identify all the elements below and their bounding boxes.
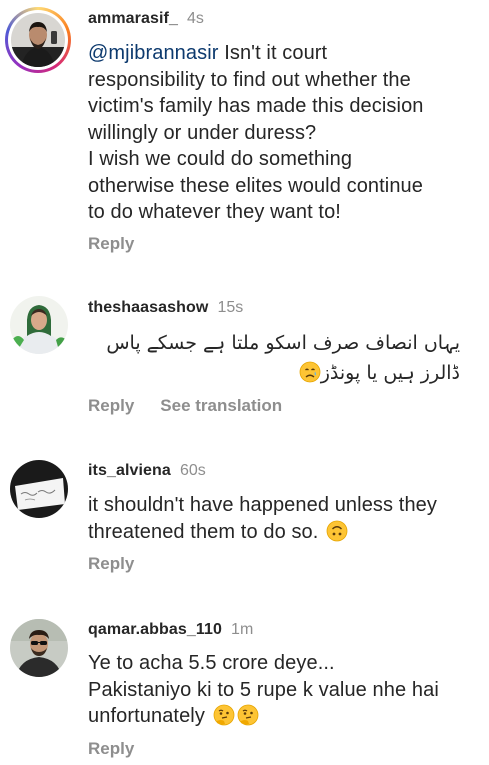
avatar-photo xyxy=(10,460,68,518)
comment-actions: Reply xyxy=(88,233,134,255)
comment-line: it shouldn't have happened unless they xyxy=(88,494,437,516)
comment-line: willingly or under duress? xyxy=(88,121,317,144)
avatar-photo xyxy=(11,13,65,67)
comment-header: ammarasif_ 4s xyxy=(88,9,204,29)
crying-face-icon xyxy=(299,361,321,383)
timestamp: 4s xyxy=(186,10,204,27)
comment-line: Isn't it court xyxy=(218,42,328,64)
comment-text: it shouldn't have happened unless they t… xyxy=(88,492,483,545)
avatar[interactable] xyxy=(10,460,68,518)
avatar-photo xyxy=(10,619,68,677)
username[interactable]: qamar.abbas_110 xyxy=(88,621,222,638)
comment-header: theshaasashow 15s xyxy=(88,298,243,318)
see-translation-button[interactable]: See translation xyxy=(160,396,282,415)
username[interactable]: theshaasashow xyxy=(88,299,208,316)
comment-actions: Reply xyxy=(88,738,134,760)
comment-text: Ye to acha 5.5 crore deye... Pakistaniyo… xyxy=(88,650,483,730)
comment-line: Pakistaniyo ki to 5 rupe k value nhe hai xyxy=(88,678,439,701)
reply-button[interactable]: Reply xyxy=(88,554,134,573)
reply-button[interactable]: Reply xyxy=(88,234,134,253)
comment-qamar-abbas: qamar.abbas_110 1m Ye to acha 5.5 crore d… xyxy=(0,600,489,765)
comment-ammarasif: ammarasif_ 4s @mjibrannasir Isn't it cour… xyxy=(0,0,489,270)
timestamp: 15s xyxy=(217,299,244,316)
avatar[interactable] xyxy=(10,296,68,354)
username[interactable]: ammarasif_ xyxy=(88,10,178,27)
avatar-photo xyxy=(10,296,68,354)
comment-line: victim's family has made this decision xyxy=(88,95,424,117)
mention-link[interactable]: @mjibrannasir xyxy=(88,42,219,64)
comment-line: threatened them to do so. xyxy=(88,520,319,543)
comment-line: to do whatever they want to! xyxy=(88,201,341,223)
upside-down-face-icon xyxy=(326,520,348,542)
comment-line: responsibility to find out whether the xyxy=(88,68,411,91)
comment-line: otherwise these elites would continue xyxy=(88,174,424,197)
reply-button[interactable]: Reply xyxy=(88,396,134,415)
comment-line: یہاں انصاف صرف اسکو ملتا ہے جسکے پاس xyxy=(106,332,460,354)
thinking-face-icon xyxy=(237,704,259,726)
username[interactable]: its_alviena xyxy=(88,462,171,479)
comment-actions: Reply See translation xyxy=(88,395,282,417)
comment-text: @mjibrannasir Isn't it court responsibil… xyxy=(88,40,483,226)
comment-header: qamar.abbas_110 1m xyxy=(88,620,253,640)
timestamp: 60s xyxy=(179,462,206,479)
timestamp: 1m xyxy=(231,621,254,638)
avatar[interactable] xyxy=(10,619,68,677)
comment-theshaasashow: theshaasashow 15s یہاں انصاف صرف اسکو ملت… xyxy=(0,280,489,430)
reply-button[interactable]: Reply xyxy=(88,739,134,758)
thinking-face-icon xyxy=(213,704,235,726)
comment-actions: Reply xyxy=(88,553,134,575)
comment-line: Ye to acha 5.5 crore deye... xyxy=(88,652,335,674)
comment-line: I wish we could do something xyxy=(88,148,353,170)
avatar[interactable] xyxy=(11,13,65,67)
comment-line: unfortunately xyxy=(88,705,205,727)
comment-line: ڈالرز ہیں یا پونڈز xyxy=(320,362,460,384)
comment-text: یہاں انصاف صرف اسکو ملتا ہے جسکے پاس ڈال… xyxy=(88,328,460,388)
comment-its-alviena: its_alviena 60s it shouldn't have happene… xyxy=(0,440,489,590)
comment-header: its_alviena 60s xyxy=(88,461,206,481)
